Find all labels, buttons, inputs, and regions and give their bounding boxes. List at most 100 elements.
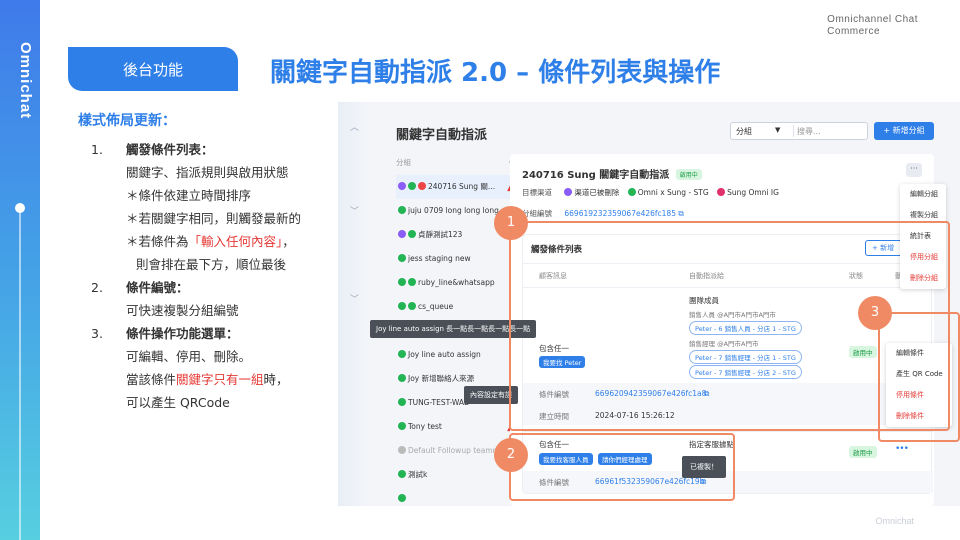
status-badge: 啟用中 <box>675 169 702 180</box>
group-list-item[interactable]: ruby_line&whatsapp <box>396 271 518 295</box>
app-screenshot: ︿ ﹀ ﹀ 關鍵字自動指派 分組 ▼ 搜尋... + 新增分組 分組 + 240… <box>338 102 960 506</box>
search-input[interactable]: 搜尋... <box>797 126 821 137</box>
line-icon <box>398 302 406 310</box>
highlight-text: 關鍵字只有一組 <box>176 372 264 387</box>
add-group-button[interactable]: + 新增分組 <box>874 122 934 140</box>
group-name: 測試k <box>408 470 428 479</box>
line-icon <box>398 398 406 406</box>
group-more-button[interactable]: ··· <box>906 163 922 177</box>
divider <box>793 125 794 137</box>
chevron-up-icon[interactable]: ︿ <box>350 120 359 133</box>
band-line <box>19 205 21 540</box>
group-name: 240716 Sung 關... <box>428 182 496 191</box>
group-id-value[interactable]: 669619232359067e426fc185 <box>564 209 676 218</box>
corner-line-1: Omnichannel Chat <box>827 14 918 25</box>
item-number: 1. <box>91 142 103 157</box>
messenger-icon <box>398 182 406 190</box>
notes-heading: 樣式佈局更新： <box>78 113 176 129</box>
line-icon <box>398 278 406 286</box>
channel-item: Sung Omni IG <box>717 188 779 197</box>
line-icon <box>627 188 636 196</box>
group-name: ruby_line&whatsapp <box>418 278 495 287</box>
highlight-text: 「輸入任何內容」 <box>188 234 283 249</box>
copy-icon[interactable]: ⧉ <box>678 209 683 218</box>
footer-brand: Omnichat <box>875 516 914 526</box>
marker-3: 3 <box>858 296 892 330</box>
group-name: TUNG-TEST-WAB <box>408 398 470 407</box>
channels-row: 目標渠道 渠道已被刪除 Omni x Sung - STG Sung Omni … <box>522 187 785 198</box>
line-icon <box>398 206 406 214</box>
group-name: Tony test <box>408 422 442 431</box>
group-list-item[interactable]: jess staging new <box>396 247 518 271</box>
corner-tagline: Omnichannel Chat Commerce <box>827 14 918 38</box>
note-line: ＊條件依建立時間排序 <box>126 188 252 203</box>
marker-2: 2 <box>494 438 528 472</box>
group-title-text: 240716 Sung 關鍵字自動指派 <box>522 170 670 181</box>
group-list-item[interactable]: cs_queue <box>396 295 518 319</box>
filter-select-value: 分組 <box>736 127 752 136</box>
item-title: 條件編號： <box>126 280 189 295</box>
brand-vertical-text: Omnichat <box>17 42 34 120</box>
group-name: jess staging new <box>408 254 471 263</box>
line-icon <box>408 230 416 238</box>
group-name: 貞靜測試123 <box>418 230 463 239</box>
filter-select[interactable]: 分組 ▼ 搜尋... <box>730 122 868 140</box>
band-dot <box>15 203 25 213</box>
corner-line-2: Commerce <box>827 26 881 37</box>
note-line: ＊若關鍵字相同，則觸發最新的 <box>126 211 302 226</box>
channel-icon <box>398 446 406 454</box>
condition-more-button[interactable]: ••• <box>895 444 909 454</box>
line-icon <box>408 302 416 310</box>
highlight-box-2 <box>509 433 735 501</box>
group-list-label: 分組 <box>396 158 411 167</box>
note-line: 則會排在最下方，順位最後 <box>136 257 287 272</box>
messenger-icon <box>564 188 573 196</box>
item-title: 觸發條件列表： <box>126 142 214 157</box>
brand-band: Omnichat <box>0 0 40 540</box>
chevron-down-icon[interactable]: ﹀ <box>350 292 359 305</box>
channels-label: 目標渠道 <box>522 188 552 197</box>
item-number: 3. <box>91 326 103 341</box>
messenger-icon <box>398 230 406 238</box>
line-icon <box>408 278 416 286</box>
item-title: 條件操作功能選單： <box>126 326 239 341</box>
group-list-item[interactable]: Joy line auto assign <box>396 343 518 367</box>
group-title: 240716 Sung 關鍵字自動指派 啟用中 <box>522 166 702 181</box>
group-id-row: 分組編號 669619232359067e426fc185 ⧉ <box>522 208 684 219</box>
channel-icon <box>418 182 426 190</box>
group-name: juju 0709 long long long ... <box>408 206 509 215</box>
note-line: 可以產生 QRCode <box>126 395 230 410</box>
notes-panel: 樣式佈局更新： 1. 觸發條件列表： 關鍵字、指派規則與啟用狀態 ＊條件依建立時間… <box>78 110 348 414</box>
line-icon <box>398 254 406 262</box>
page-title: 關鍵字自動指派 <box>396 128 488 143</box>
channel-item: Omni x Sung - STG <box>627 188 709 197</box>
line-icon <box>398 494 406 502</box>
note-line: 當該條件關鍵字只有一組時， <box>126 372 289 387</box>
group-name: cs_queue <box>418 302 454 311</box>
note-line: 可快速複製分組編號 <box>126 303 239 318</box>
chevron-down-icon[interactable]: ﹀ <box>350 204 359 217</box>
note-line: ＊若條件為「輸入任何內容」， <box>126 234 295 249</box>
group-list-item[interactable]: Tony test▲ <box>396 415 518 439</box>
line-icon <box>398 350 406 358</box>
channel-item: 渠道已被刪除 <box>564 187 619 198</box>
group-name: Joy line auto assign <box>408 350 481 359</box>
item-number: 2. <box>91 280 103 295</box>
group-name: Joy 新增聯絡人來源 <box>408 374 475 383</box>
group-name: Default Followup teamm... <box>408 446 508 455</box>
instagram-icon <box>717 188 726 196</box>
line-icon <box>398 422 406 430</box>
group-list-item[interactable] <box>396 487 518 506</box>
status-badge: 啟用中 <box>849 446 877 458</box>
line-icon <box>398 470 406 478</box>
section-pill: 後台功能 <box>68 47 238 91</box>
note-line: 關鍵字、指派規則與啟用狀態 <box>126 165 289 180</box>
line-icon <box>398 374 406 382</box>
note-line: 可編輯、停用、刪除。 <box>126 349 252 364</box>
divider <box>523 431 933 432</box>
slide-title: 關鍵字自動指派 2.0 – 條件列表與操作 <box>270 58 721 88</box>
app-sidebar: ︿ ﹀ ﹀ <box>338 102 368 506</box>
group-list-item[interactable]: 240716 Sung 關...▲ <box>396 175 518 199</box>
menu-edit-group[interactable]: 編輯分組 <box>900 184 946 205</box>
line-icon <box>408 182 416 190</box>
